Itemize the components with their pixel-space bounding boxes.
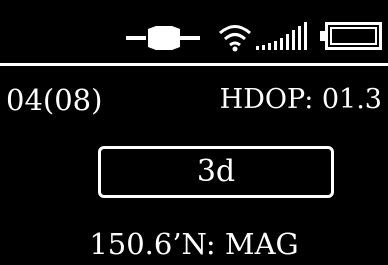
status-bar <box>0 0 388 62</box>
signal-strength-icon <box>256 22 307 50</box>
wifi-icon <box>219 25 251 52</box>
hdop-value: HDOP: 01.3 <box>219 84 382 115</box>
gps-status-screen: 04(08) HDOP: 01.3 3d 150.6’N: MAG <box>0 0 388 265</box>
satellite-count: 04(08) <box>6 83 103 117</box>
fix-mode-box: 3d <box>98 146 334 198</box>
gps-satellite-icon <box>126 26 200 50</box>
heading-readout: 150.6’N: MAG <box>89 227 299 261</box>
fix-mode-label: 3d <box>196 154 236 189</box>
battery-icon <box>320 22 382 50</box>
status-divider <box>0 63 388 66</box>
